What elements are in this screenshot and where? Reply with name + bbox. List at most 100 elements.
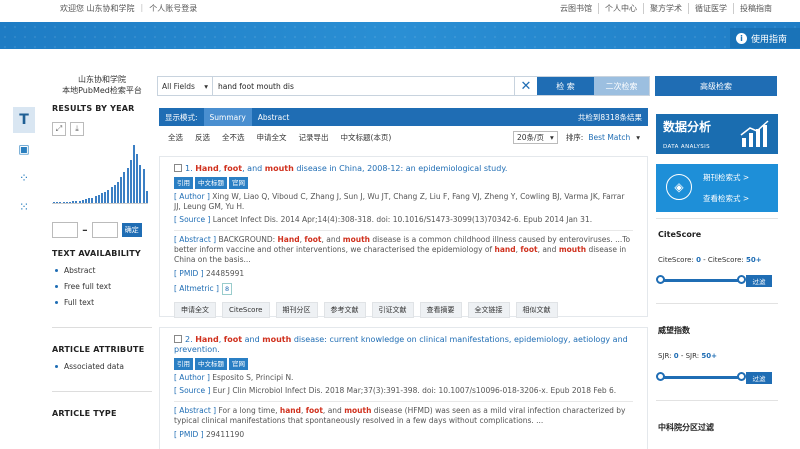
filter-free-full-text[interactable]: Free full text: [55, 282, 152, 291]
histogram-bar[interactable]: [107, 189, 110, 203]
request-fulltext-button[interactable]: 申请全文: [174, 302, 216, 318]
article-type-title: ARTICLE TYPE: [52, 409, 117, 418]
invert-select-button[interactable]: 反选: [195, 132, 210, 143]
filter-associated-data[interactable]: Associated data: [55, 362, 152, 371]
network-view-icon[interactable]: ⁙: [13, 194, 35, 220]
journal-query-link[interactable]: 期刊检索式 >: [703, 172, 749, 183]
search-input[interactable]: hand foot mouth dis: [213, 77, 514, 95]
histogram-bar[interactable]: [101, 193, 103, 203]
download-icon[interactable]: ⤓: [70, 122, 84, 136]
histogram-bar[interactable]: [88, 198, 91, 203]
cite-badge[interactable]: 引用: [174, 358, 193, 370]
filter-full-text[interactable]: Full text: [55, 298, 152, 307]
sort-select[interactable]: Best Match: [588, 133, 630, 142]
text-view-icon[interactable]: T: [13, 107, 35, 133]
histogram-bar[interactable]: [129, 160, 132, 203]
tab-summary[interactable]: Summary: [203, 108, 252, 126]
top-link-academic[interactable]: 聚方学术: [643, 3, 688, 14]
chevron-down-icon: ▾: [636, 132, 640, 142]
secondary-search-button[interactable]: 二次检索: [594, 77, 649, 95]
histogram-bar[interactable]: [75, 201, 78, 203]
citescore-slider[interactable]: [656, 275, 746, 284]
chinese-title-button[interactable]: 中文标题(本页): [341, 132, 392, 143]
year-to-input[interactable]: [91, 221, 118, 238]
histogram-bar[interactable]: [139, 165, 142, 203]
histogram-bar[interactable]: [69, 201, 71, 203]
year-confirm-button[interactable]: 确定: [121, 222, 142, 237]
histogram-bar[interactable]: [97, 195, 100, 203]
histogram-bar[interactable]: [142, 169, 145, 203]
histogram-bar[interactable]: [81, 199, 84, 203]
filter-abstract[interactable]: Abstract: [55, 266, 152, 275]
histogram-bar[interactable]: [65, 201, 68, 203]
histogram-bar[interactable]: [133, 145, 135, 203]
per-page-select[interactable]: 20条/页 ▾: [512, 130, 558, 144]
sjr-filter-button[interactable]: 过滤: [746, 372, 772, 384]
clear-icon[interactable]: ✕: [514, 77, 537, 95]
select-none-button[interactable]: 全不选: [222, 132, 245, 143]
result-source: Eur J Clin Microbiol Infect Dis. 2018 Ma…: [212, 386, 617, 395]
histogram-bar[interactable]: [78, 200, 81, 203]
chinese-title-badge[interactable]: 中文标题: [195, 358, 227, 370]
top-link-personal-center[interactable]: 个人中心: [598, 3, 643, 14]
tab-abstract[interactable]: Abstract: [252, 108, 295, 126]
citescore-filter-button[interactable]: 过滤: [746, 275, 772, 287]
result-checkbox[interactable]: [174, 335, 182, 343]
official-site-badge[interactable]: 官网: [229, 358, 248, 370]
year-histogram[interactable]: [52, 144, 148, 204]
expand-icon[interactable]: ⤢: [52, 122, 66, 136]
citescore-title: CiteScore: [658, 230, 702, 239]
histogram-bar[interactable]: [117, 181, 119, 203]
histogram-bar[interactable]: [136, 154, 139, 203]
citescore-button[interactable]: CiteScore: [222, 302, 270, 318]
histogram-bar[interactable]: [123, 172, 126, 203]
histogram-bar[interactable]: [59, 202, 62, 203]
official-site-badge[interactable]: 官网: [229, 177, 248, 189]
image-view-icon[interactable]: ▣: [13, 136, 35, 162]
histogram-bar[interactable]: [145, 190, 148, 203]
histogram-bar[interactable]: [126, 167, 129, 203]
histogram-bar[interactable]: [94, 196, 97, 203]
result-title[interactable]: 2. Hand, foot and mouth disease: current…: [160, 328, 647, 355]
personal-login-link[interactable]: 个人账号登录: [149, 3, 197, 14]
cite-badge[interactable]: 引用: [174, 177, 193, 189]
action-bar: 全选 反选 全不选 申请全文 记录导出 中文标题(本页) 20条/页 ▾ 排序:…: [168, 130, 640, 144]
year-from-input[interactable]: [52, 221, 78, 238]
data-analysis-banner[interactable]: 数据分析 DATA ANALYSIS: [656, 114, 778, 154]
histogram-bar[interactable]: [91, 197, 94, 203]
view-query-link[interactable]: 查看检索式 >: [703, 193, 749, 204]
histogram-bar[interactable]: [53, 202, 55, 203]
histogram-bar[interactable]: [62, 201, 65, 203]
chart-view-icon[interactable]: ⁘: [13, 165, 35, 191]
journal-partition-button[interactable]: 期刊分区: [275, 302, 318, 318]
histogram-bar[interactable]: [104, 192, 107, 203]
histogram-bar[interactable]: [56, 202, 59, 203]
top-link-cloud-library[interactable]: 云图书馆: [554, 3, 598, 14]
histogram-bar[interactable]: [110, 187, 113, 203]
search-button[interactable]: 检 索: [537, 77, 594, 95]
field-select[interactable]: All Fields ▾: [158, 77, 213, 95]
histogram-bar[interactable]: [85, 199, 87, 203]
select-all-button[interactable]: 全选: [168, 132, 183, 143]
result-title[interactable]: 1. Hand, foot, and mouth disease in Chin…: [160, 157, 647, 174]
sjr-slider[interactable]: [656, 372, 746, 381]
chinese-title-badge[interactable]: 中文标题: [195, 177, 227, 189]
histogram-bar[interactable]: [113, 184, 116, 203]
top-link-evidence-medicine[interactable]: 循证医学: [688, 3, 733, 14]
top-link-submission-guide[interactable]: 投稿指南: [733, 3, 778, 14]
similar-articles-button[interactable]: 相似文献: [515, 302, 558, 318]
search-term-highlight: foot: [305, 406, 323, 415]
export-records-button[interactable]: 记录导出: [299, 132, 329, 143]
citing-articles-button[interactable]: 引证文献: [371, 302, 414, 318]
altmetric-badge[interactable]: 8: [221, 283, 233, 295]
advanced-search-button[interactable]: 高级检索: [655, 76, 777, 96]
fulltext-link-button[interactable]: 全文链接: [467, 302, 510, 318]
histogram-bar[interactable]: [120, 177, 123, 203]
journal-query-banner[interactable]: ◈ 期刊检索式 > 查看检索式 >: [656, 164, 778, 212]
references-button[interactable]: 参考文献: [323, 302, 366, 318]
user-guide-button[interactable]: i 使用指南: [730, 28, 800, 48]
view-abstract-button[interactable]: 查看摘要: [419, 302, 462, 318]
histogram-bar[interactable]: [72, 201, 75, 203]
result-checkbox[interactable]: [174, 164, 182, 172]
request-fulltext-button[interactable]: 申请全文: [257, 132, 287, 143]
